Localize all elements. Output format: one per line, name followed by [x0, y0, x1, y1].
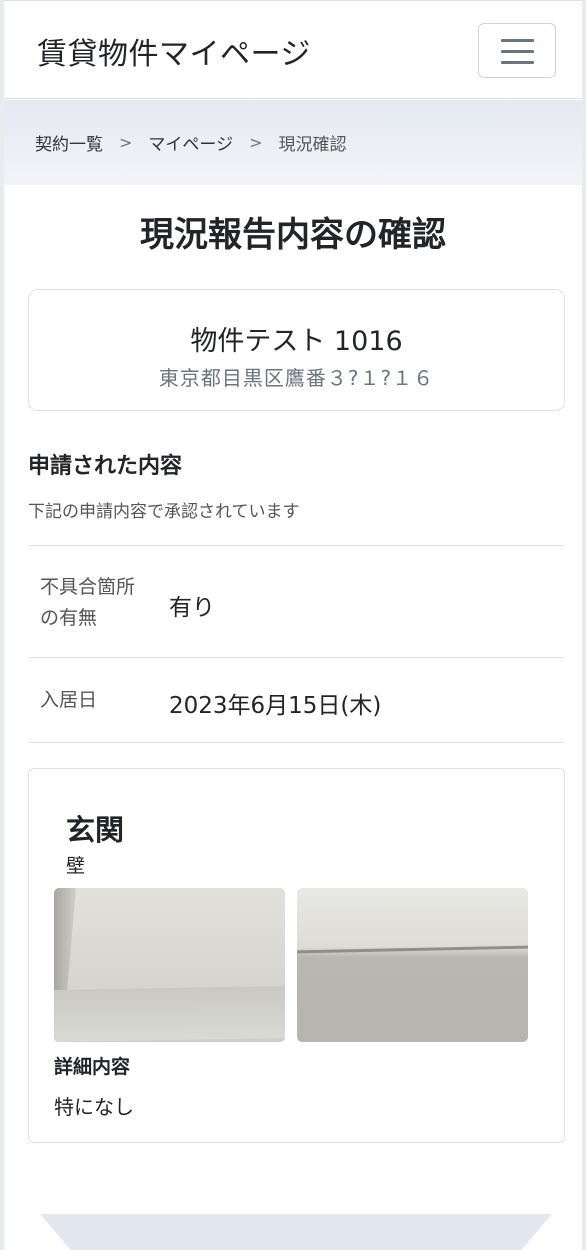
footer-decoration [40, 1214, 552, 1250]
defect-part: 壁 [66, 855, 86, 877]
request-info-table: 不具合箇所の有無 有り 入居日 2023年6月15日(木) [28, 545, 565, 743]
detail-value: 特になし [54, 1095, 134, 1119]
request-section-title: 申請された内容 [28, 454, 183, 479]
property-card: 物件テスト 1016 東京都目黒区鷹番３?１?１６ [28, 289, 565, 411]
breadcrumb: 契約一覧 > マイページ > 現況確認 [4, 100, 582, 185]
request-section-subtitle: 下記の申請内容で承認されています [28, 502, 300, 522]
page-title: 現況報告内容の確認 [140, 215, 446, 255]
property-address: 東京都目黒区鷹番３?１?１６ [158, 366, 435, 390]
menu-toggle-button[interactable] [478, 23, 556, 78]
breadcrumb-separator: > [249, 133, 263, 152]
table-row: 入居日 2023年6月15日(木) [28, 657, 565, 743]
table-row: 不具合箇所の有無 有り [28, 545, 565, 657]
brand-title[interactable]: 賃貸物件マイページ [37, 29, 311, 73]
property-name: 物件テスト 1016 [190, 326, 403, 357]
navbar: 賃貸物件マイページ [4, 1, 582, 99]
defect-location: 玄関 [66, 813, 125, 847]
defect-presence-value: 有り [169, 595, 215, 621]
defect-photo[interactable] [54, 888, 285, 1042]
breadcrumb-item-mypage[interactable]: マイページ [148, 130, 233, 155]
move-in-date-value: 2023年6月15日(木) [169, 693, 382, 719]
breadcrumb-separator: > [119, 133, 133, 152]
detail-label: 詳細内容 [54, 1056, 131, 1078]
defect-detail-card: 玄関 壁 詳細内容 特になし [28, 768, 565, 1143]
defect-presence-label: 不具合箇所の有無 [40, 576, 136, 629]
breadcrumb-item-current: 現況確認 [278, 135, 347, 155]
breadcrumb-item-contracts[interactable]: 契約一覧 [35, 130, 103, 155]
move-in-date-label: 入居日 [40, 689, 98, 711]
defect-photo[interactable] [297, 888, 528, 1042]
